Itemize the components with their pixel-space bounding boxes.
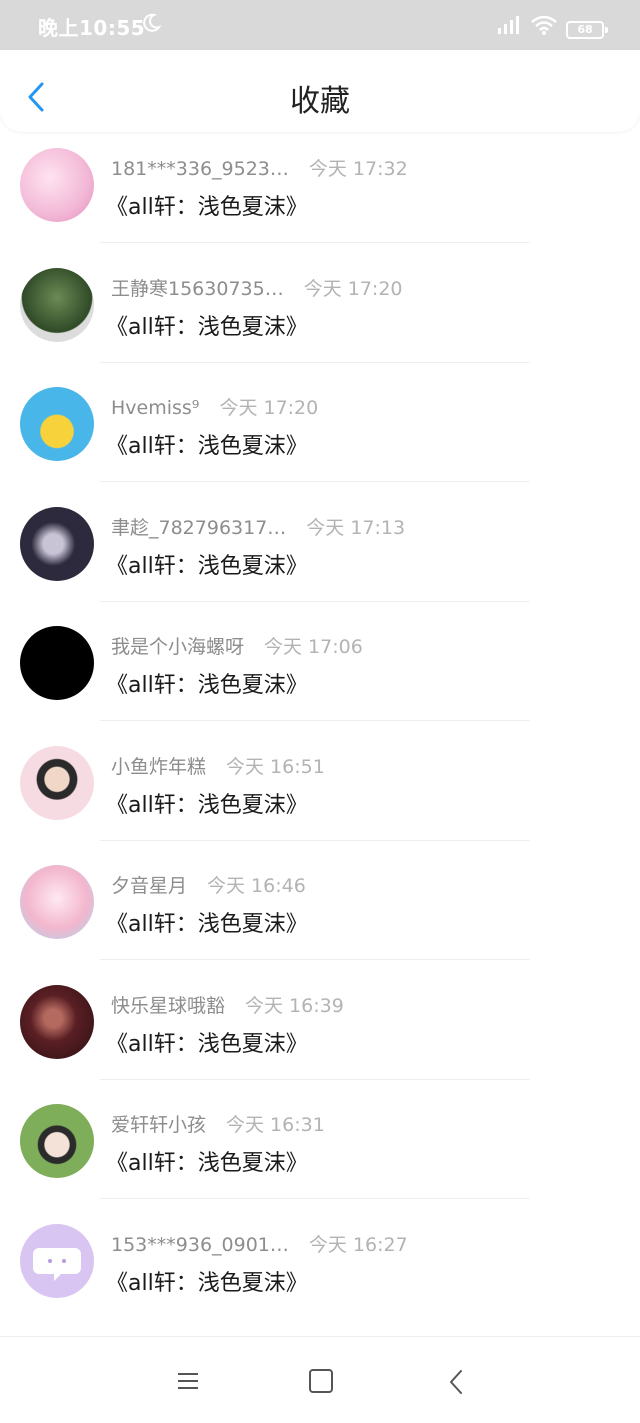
avatar[interactable] <box>20 267 94 342</box>
timestamp: 今天 16:31 <box>226 1114 325 1136</box>
username: 夕音星月 <box>111 875 188 897</box>
timestamp: 今天 16:46 <box>207 875 306 897</box>
message-preview: 《all轩：浅色夏沫》 <box>106 1270 308 1296</box>
username: Hvemiss⁹ <box>111 397 200 419</box>
list-item[interactable]: 我是个小海螺呀 今天 17:06 《all轩：浅色夏沫》 <box>0 616 640 736</box>
list-item[interactable]: 181***336_9523… 今天 17:32 《all轩：浅色夏沫》 <box>0 138 640 258</box>
divider <box>100 720 530 721</box>
timestamp: 今天 17:20 <box>219 397 319 419</box>
divider <box>100 1078 530 1080</box>
avatar[interactable] <box>20 506 94 581</box>
timestamp: 今天 17:20 <box>303 277 403 300</box>
username: 小鱼炸年糕 <box>111 755 207 778</box>
message-preview: 《all轩：浅色夏沫》 <box>106 912 308 937</box>
message-preview: 《all轩：浅色夏沫》 <box>106 314 308 340</box>
message-preview: 《all轩：浅色夏沫》 <box>106 434 308 459</box>
divider <box>100 242 530 243</box>
divider <box>100 481 530 482</box>
avatar[interactable] <box>20 984 94 1059</box>
username: 王静寒15630735… <box>111 277 284 300</box>
system-nav-bar <box>0 1336 640 1423</box>
list-item[interactable]: 快乐星球哦豁 今天 16:39 《all轩：浅色夏沫》 <box>0 975 640 1095</box>
avatar[interactable] <box>20 745 94 820</box>
timestamp: 今天 17:06 <box>264 636 363 658</box>
list-item[interactable]: 小鱼炸年糕 今天 16:51 《all轩：浅色夏沫》 <box>0 736 640 856</box>
timestamp: 今天 17:32 <box>308 158 408 180</box>
wifi-icon <box>530 14 558 40</box>
timestamp: 今天 16:39 <box>245 994 344 1017</box>
divider <box>100 600 530 602</box>
message-preview: 《all轩：浅色夏沫》 <box>106 1151 308 1176</box>
divider <box>100 839 530 841</box>
avatar[interactable] <box>20 1223 94 1298</box>
divider <box>100 959 530 960</box>
message-preview: 《all轩：浅色夏沫》 <box>106 1031 308 1057</box>
username: 爱轩轩小孩 <box>111 1114 207 1136</box>
username: 153***936_0901… <box>111 1233 289 1256</box>
app-header: 收藏 <box>0 50 640 132</box>
avatar[interactable] <box>20 1104 94 1178</box>
username: 聿趁_782796317… <box>111 516 287 539</box>
list-item[interactable]: 聿趁_782796317… 今天 17:13 《all轩：浅色夏沫》 <box>0 497 640 617</box>
favorites-list: 181***336_9523… 今天 17:32 《all轩：浅色夏沫》 王静寒1… <box>0 138 640 1333</box>
list-item[interactable]: 爱轩轩小孩 今天 16:31 《all轩：浅色夏沫》 <box>0 1094 640 1214</box>
battery-indicator: 68 <box>566 21 608 39</box>
divider <box>100 361 530 363</box>
message-preview: 《all轩：浅色夏沫》 <box>106 792 308 818</box>
moon-icon <box>140 12 162 38</box>
menu-icon[interactable] <box>176 1371 200 1395</box>
username: 我是个小海螺呀 <box>111 636 245 658</box>
divider <box>100 1198 530 1199</box>
message-preview: 《all轩：浅色夏沫》 <box>106 673 308 698</box>
timestamp: 今天 17:13 <box>306 516 406 539</box>
message-preview: 《all轩：浅色夏沫》 <box>106 553 308 579</box>
avatar[interactable] <box>20 148 94 222</box>
home-square-icon[interactable] <box>309 1369 333 1393</box>
chat-bubble-icon <box>33 1247 81 1281</box>
signal-icon <box>496 14 522 40</box>
avatar[interactable] <box>20 865 94 939</box>
username: 181***336_9523… <box>111 158 289 180</box>
list-item[interactable]: 王静寒15630735… 今天 17:20 《all轩：浅色夏沫》 <box>0 258 640 378</box>
page-title: 收藏 <box>290 84 350 119</box>
username: 快乐星球哦豁 <box>111 994 226 1017</box>
timestamp: 今天 16:27 <box>308 1233 408 1256</box>
list-item[interactable]: 夕音星月 今天 16:46 《all轩：浅色夏沫》 <box>0 855 640 975</box>
status-bar: 晚上10:55 68 <box>0 0 640 50</box>
avatar[interactable] <box>20 626 94 700</box>
list-item[interactable]: 153***936_0901… 今天 16:27 《all轩：浅色夏沫》 <box>0 1214 640 1334</box>
back-triangle-icon[interactable] <box>448 1369 464 1399</box>
avatar[interactable] <box>20 387 94 461</box>
message-preview: 《all轩：浅色夏沫》 <box>106 195 308 220</box>
status-time: 晚上10:55 <box>38 16 146 40</box>
list-item[interactable]: Hvemiss⁹ 今天 17:20 《all轩：浅色夏沫》 <box>0 377 640 497</box>
timestamp: 今天 16:51 <box>226 755 325 778</box>
